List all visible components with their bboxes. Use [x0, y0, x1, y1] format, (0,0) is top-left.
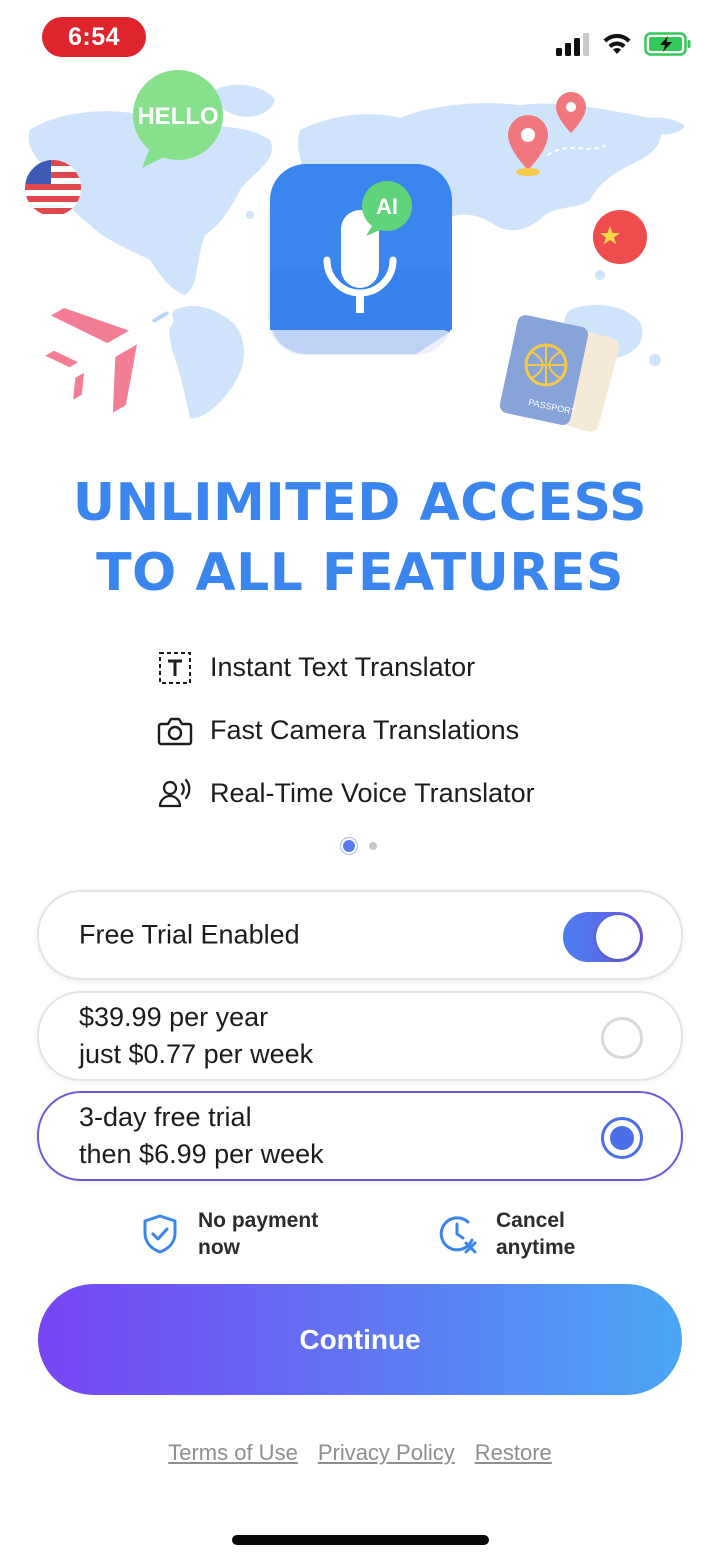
cancel-line1: Cancel [496, 1209, 565, 1232]
voice-person-icon [156, 775, 194, 813]
plan-text: $39.99 per year just $0.77 per week [79, 999, 313, 1073]
status-time: 6:54 [42, 17, 146, 57]
footer-links: Terms of Use Privacy Policy Restore [0, 1440, 720, 1466]
feature-label: Real-Time Voice Translator [210, 778, 535, 808]
continue-button[interactable]: Continue [38, 1284, 682, 1395]
plan-text: 3-day free trial then $6.99 per week [79, 1099, 324, 1173]
title-line-1: UNLIMITED ACCESS [72, 473, 648, 533]
camera-icon [156, 712, 194, 750]
terms-of-use-link[interactable]: Terms of Use [168, 1440, 298, 1466]
plan-subtext: just $0.77 per week [79, 1039, 314, 1069]
page-title: UNLIMITED ACCESS TO ALL FEATURES [0, 468, 720, 608]
plan-radio-yearly[interactable] [601, 1017, 643, 1059]
plan-price: $39.99 per year [79, 1002, 269, 1032]
home-indicator[interactable] [232, 1535, 489, 1545]
feature-label: Instant Text Translator [210, 652, 476, 682]
page-dot-active[interactable] [343, 840, 355, 852]
plan-price: 3-day free trial [79, 1102, 252, 1132]
feature-item-text: Instant Text Translator [156, 636, 636, 699]
no-payment-line2: now [198, 1236, 240, 1259]
svg-text:AI: AI [376, 194, 398, 219]
no-payment-text: No payment now [198, 1207, 348, 1261]
plan-option-weekly[interactable]: 3-day free trial then $6.99 per week [37, 1091, 683, 1181]
page-indicator [0, 840, 720, 852]
plan-radio-weekly[interactable] [601, 1117, 643, 1159]
svg-text:HELLO: HELLO [137, 103, 218, 130]
cancel-line2: anytime [496, 1236, 576, 1259]
feature-list: Instant Text Translator Fast Camera Tran… [156, 636, 636, 825]
shield-check-icon [143, 1214, 177, 1254]
clock-cancel-icon [439, 1216, 477, 1254]
wifi-icon [603, 33, 631, 54]
title-line-2: TO ALL FEATURES [96, 543, 624, 603]
china-flag-icon [593, 210, 647, 264]
no-payment-line1: No payment [198, 1209, 319, 1232]
switch-knob [596, 915, 640, 959]
feature-label: Fast Camera Translations [210, 715, 520, 745]
text-box-icon [156, 649, 194, 687]
world-map-illustration: HELLO PASSPORT AI [25, 70, 685, 432]
free-trial-switch[interactable] [563, 912, 643, 962]
app-logo-icon: AI [268, 164, 452, 355]
plan-subtext: then $6.99 per week [79, 1139, 324, 1169]
feature-item-camera: Fast Camera Translations [156, 699, 636, 762]
privacy-policy-link[interactable]: Privacy Policy [318, 1440, 455, 1466]
battery-charging-icon [644, 32, 691, 56]
cellular-signal-icon [556, 33, 589, 56]
cancel-anytime-text: Cancel anytime [496, 1207, 646, 1261]
free-trial-label: Free Trial Enabled [79, 919, 300, 950]
cancel-anytime-badge: Cancel anytime [436, 1207, 646, 1261]
page-dot[interactable] [369, 842, 377, 850]
restore-link[interactable]: Restore [475, 1440, 552, 1466]
status-icons [556, 28, 692, 60]
plan-option-yearly[interactable]: $39.99 per year just $0.77 per week [37, 991, 683, 1081]
no-payment-badge: No payment now [138, 1207, 348, 1261]
feature-item-voice: Real-Time Voice Translator [156, 762, 636, 825]
free-trial-toggle-card[interactable]: Free Trial Enabled [37, 890, 683, 980]
hero-illustration: HELLO PASSPORT AI [0, 60, 720, 440]
us-flag-icon [25, 160, 81, 216]
